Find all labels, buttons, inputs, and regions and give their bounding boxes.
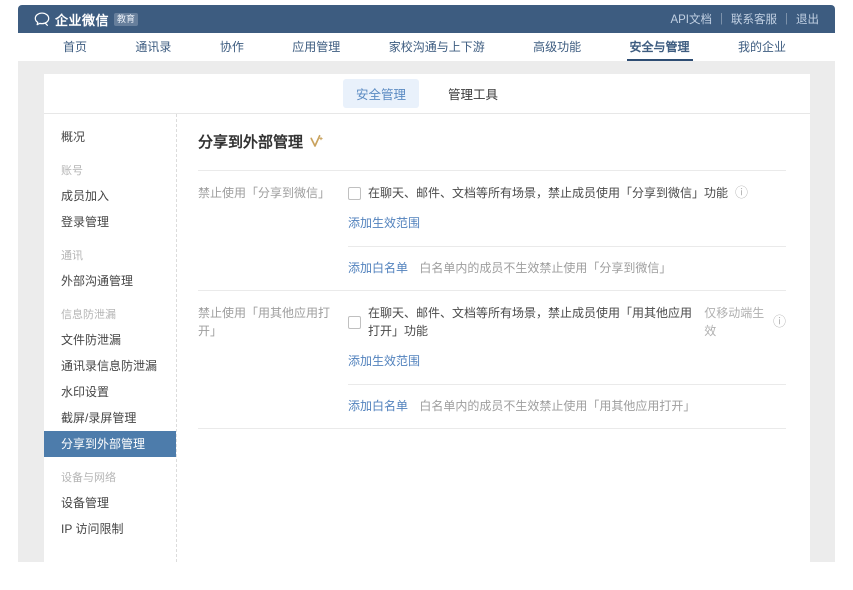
- premium-sparkle-icon: [309, 134, 323, 148]
- tab-my-enterprise[interactable]: 我的企业: [735, 33, 789, 61]
- forbid-share-to-wechat-checkbox[interactable]: [348, 187, 361, 200]
- checkbox-description: 在聊天、邮件、文档等所有场景，禁止成员使用「用其他应用打开」功能: [368, 304, 697, 340]
- settings-sidebar: 概况 账号 成员加入 登录管理 通讯 外部沟通管理 信息防泄漏 文件防泄漏 通讯…: [44, 114, 177, 562]
- whitelist-description: 白名单内的成员不生效禁止使用「分享到微信」: [419, 261, 671, 275]
- section-forbid-share-to-wechat: 禁止使用「分享到微信」 在聊天、邮件、文档等所有场景，禁止成员使用「分享到微信」…: [198, 171, 786, 290]
- info-icon[interactable]: ⓘ: [735, 187, 748, 199]
- tab-advanced-features[interactable]: 高级功能: [530, 33, 584, 61]
- sidebar-section-info-leak-prevention: 信息防泄漏: [44, 303, 176, 327]
- main-panel: 安全管理 管理工具 概况 账号 成员加入 登录管理 通讯 外部沟通管理 信息防泄…: [44, 74, 810, 562]
- topbar: 企业微信 教育 API文档 | 联系客服 | 退出: [18, 5, 835, 33]
- sidebar-item-file-leak-prevention[interactable]: 文件防泄漏: [44, 327, 176, 353]
- separator: |: [785, 13, 788, 25]
- content-area: 分享到外部管理 禁止使用「分享到微信」 在聊: [177, 114, 810, 562]
- page-title-text: 分享到外部管理: [198, 131, 303, 152]
- info-icon[interactable]: ⓘ: [773, 316, 786, 328]
- sidebar-item-share-external-management[interactable]: 分享到外部管理: [44, 431, 176, 457]
- api-docs-link[interactable]: API文档: [670, 11, 712, 27]
- subtab-security-admin[interactable]: 安全管理: [343, 79, 419, 108]
- sidebar-item-external-communication[interactable]: 外部沟通管理: [44, 268, 176, 294]
- add-whitelist-link[interactable]: 添加白名单: [348, 260, 408, 276]
- add-scope-link[interactable]: 添加生效范围: [348, 215, 420, 231]
- tab-collaboration[interactable]: 协作: [217, 33, 247, 61]
- whitelist-description: 白名单内的成员不生效禁止使用「用其他应用打开」: [419, 399, 695, 413]
- sidebar-item-login-management[interactable]: 登录管理: [44, 209, 176, 235]
- workspace-background: 安全管理 管理工具 概况 账号 成员加入 登录管理 通讯 外部沟通管理 信息防泄…: [18, 61, 835, 562]
- sidebar-item-device-management[interactable]: 设备管理: [44, 490, 176, 516]
- section-forbid-open-with-other-apps: 禁止使用「用其他应用打开」 在聊天、邮件、文档等所有场景，禁止成员使用「用其他应…: [198, 291, 786, 428]
- tab-security-management[interactable]: 安全与管理: [627, 33, 693, 61]
- sidebar-section-device-network: 设备与网络: [44, 466, 176, 490]
- setting-label: 禁止使用「分享到微信」: [198, 184, 348, 276]
- sidebar-item-overview[interactable]: 概况: [44, 124, 176, 150]
- divider: [348, 246, 786, 247]
- sidebar-item-contacts-leak-prevention[interactable]: 通讯录信息防泄漏: [44, 353, 176, 379]
- panel-header: 安全管理 管理工具: [44, 74, 810, 114]
- separator: |: [720, 13, 723, 25]
- sidebar-item-screen-capture-management[interactable]: 截屏/录屏管理: [44, 405, 176, 431]
- add-whitelist-link[interactable]: 添加白名单: [348, 398, 408, 414]
- sidebar-section-communication: 通讯: [44, 244, 176, 268]
- chat-bubble-icon: [34, 12, 50, 27]
- tab-home[interactable]: 首页: [60, 33, 90, 61]
- sidebar-item-ip-access-restriction[interactable]: IP 访问限制: [44, 516, 176, 542]
- app-title: 企业微信: [55, 10, 109, 29]
- add-scope-link[interactable]: 添加生效范围: [348, 353, 420, 369]
- topbar-links: API文档 | 联系客服 | 退出: [670, 11, 819, 27]
- app-logo: 企业微信 教育: [34, 10, 138, 29]
- sidebar-section-account: 账号: [44, 159, 176, 183]
- primary-nav: 首页 通讯录 协作 应用管理 家校沟通与上下游 高级功能 安全与管理 我的企业: [18, 33, 835, 61]
- checkbox-description: 在聊天、邮件、文档等所有场景，禁止成员使用「分享到微信」功能: [368, 184, 728, 202]
- divider: [198, 428, 786, 429]
- tab-contacts[interactable]: 通讯录: [132, 33, 174, 61]
- page-title: 分享到外部管理: [198, 131, 786, 152]
- sidebar-item-watermark-settings[interactable]: 水印设置: [44, 379, 176, 405]
- sidebar-item-member-join[interactable]: 成员加入: [44, 183, 176, 209]
- checkbox-suffix: 仅移动端生效: [704, 304, 766, 340]
- forbid-open-other-apps-checkbox[interactable]: [348, 316, 361, 329]
- setting-label: 禁止使用「用其他应用打开」: [198, 304, 348, 414]
- edition-badge: 教育: [114, 13, 138, 26]
- tab-school-communication[interactable]: 家校沟通与上下游: [386, 33, 488, 61]
- divider: [348, 384, 786, 385]
- contact-support-link[interactable]: 联系客服: [731, 11, 777, 27]
- logout-link[interactable]: 退出: [796, 11, 819, 27]
- tab-app-management[interactable]: 应用管理: [289, 33, 343, 61]
- subtab-admin-tools[interactable]: 管理工具: [435, 79, 511, 108]
